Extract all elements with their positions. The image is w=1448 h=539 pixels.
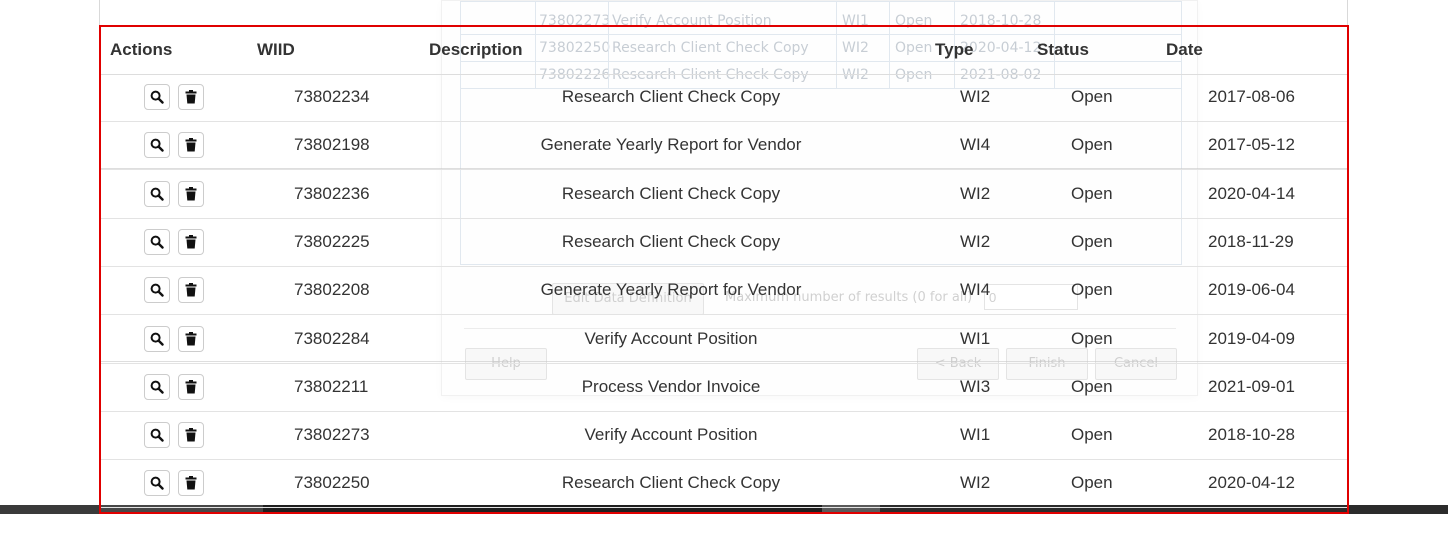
trash-icon xyxy=(185,331,197,346)
cell-date: 2019-04-09 xyxy=(1208,328,1295,348)
cell-description: Research Client Check Copy xyxy=(561,473,781,493)
table-header: Actions WIID Description Type Status Dat… xyxy=(101,27,1347,75)
view-button[interactable] xyxy=(144,277,170,304)
cell-date: 2018-10-28 xyxy=(1208,425,1295,445)
cell-wiid: 73802211 xyxy=(294,376,369,396)
cell-wiid: 73802250 xyxy=(294,473,370,493)
cell-description: Process Vendor Invoice xyxy=(581,376,761,396)
cell-date: 2021-09-01 xyxy=(1208,376,1295,396)
cell-status: Open xyxy=(1071,183,1113,203)
taskbar-segment xyxy=(0,505,100,514)
table-row: 73802284 Verify Account Position WI1 Open 20… xyxy=(101,316,1347,364)
cell-description: Research Client Check Copy xyxy=(561,183,781,203)
trash-icon xyxy=(185,138,197,152)
cell-status: Open xyxy=(1071,87,1113,106)
delete-button[interactable] xyxy=(178,277,204,304)
cell-date: 2017-08-06 xyxy=(1208,87,1295,106)
trash-icon xyxy=(185,283,197,297)
cell-description: Generate Yearly Report for Vendor xyxy=(540,135,802,155)
cell-wiid: 73802236 xyxy=(294,183,370,203)
header-status[interactable]: Status xyxy=(1037,40,1089,60)
cell-status: Open xyxy=(1071,328,1113,348)
view-button[interactable] xyxy=(144,132,170,159)
trash-icon xyxy=(185,186,197,201)
cell-description: Generate Yearly Report for Vendor xyxy=(540,280,802,300)
delete-button[interactable] xyxy=(178,84,204,110)
table-row: 73802198 Generate Yearly Report for Vendo… xyxy=(101,122,1347,171)
cell-date: 2017-05-12 xyxy=(1208,135,1295,155)
cell-wiid: 73802273 xyxy=(294,425,370,445)
trash-icon xyxy=(185,476,197,490)
table-row: 73802250 Research Client Check Copy WI2 Ope… xyxy=(101,460,1347,509)
delete-button[interactable] xyxy=(178,470,204,497)
cell-type: WI4 xyxy=(960,280,991,300)
view-button[interactable] xyxy=(144,228,170,255)
search-icon xyxy=(150,187,164,201)
cell-description: Research Client Check Copy xyxy=(561,231,781,251)
search-icon xyxy=(150,332,164,346)
cell-status: Open xyxy=(1071,425,1113,445)
trash-icon xyxy=(185,90,197,104)
search-icon xyxy=(150,235,164,249)
cell-type: WI2 xyxy=(960,473,991,493)
table-row: 73802208 Generate Yearly Report for Vendo… xyxy=(101,267,1347,316)
cell-wiid: 73802234 xyxy=(294,87,370,106)
cell-description: Verify Account Position xyxy=(584,425,758,445)
table-row: 73802273 Verify Account Position WI1 Open 20… xyxy=(101,412,1347,461)
cell-wiid: 73802208 xyxy=(294,280,370,300)
cell-wiid: 73802198 xyxy=(294,135,370,155)
search-icon xyxy=(150,283,164,297)
cell-date: 2019-06-04 xyxy=(1208,280,1295,300)
header-date[interactable]: Date xyxy=(1166,40,1203,60)
delete-button[interactable] xyxy=(178,180,204,207)
cell-wiid: 73802284 xyxy=(294,328,370,348)
cell-status: Open xyxy=(1071,135,1113,155)
view-button[interactable] xyxy=(144,180,170,207)
cell-status: Open xyxy=(1071,376,1113,396)
delete-button[interactable] xyxy=(178,228,204,255)
delete-button[interactable] xyxy=(178,132,204,159)
table-row: 73802225 Research Client Check Copy WI2 Ope… xyxy=(101,219,1347,267)
cell-date: 2020-04-12 xyxy=(1208,473,1295,493)
search-icon xyxy=(150,380,164,394)
delete-button[interactable] xyxy=(178,422,204,449)
cell-type: WI2 xyxy=(960,231,991,251)
table-row: 73802211 Process Vendor Invoice WI3 Open 202… xyxy=(101,364,1347,412)
cell-date: 2020-04-14 xyxy=(1208,183,1295,203)
trash-icon xyxy=(185,428,197,442)
cell-type: WI1 xyxy=(960,425,991,445)
view-button[interactable] xyxy=(144,422,170,449)
trash-icon xyxy=(185,379,197,394)
view-button[interactable] xyxy=(144,325,170,352)
cell-type: WI4 xyxy=(960,135,991,155)
table-row: 73802234 Research Client Check Copy WI2 Ope… xyxy=(101,74,1347,122)
trash-icon xyxy=(185,234,197,249)
cell-status: Open xyxy=(1071,231,1113,251)
cell-type: WI1 xyxy=(960,328,991,348)
view-button[interactable] xyxy=(144,84,170,110)
delete-button[interactable] xyxy=(178,325,204,352)
view-button[interactable] xyxy=(144,470,170,497)
cell-description: Research Client Check Copy xyxy=(561,87,781,106)
cell-type: WI2 xyxy=(960,183,991,203)
search-icon xyxy=(150,138,164,152)
search-icon xyxy=(150,90,164,104)
header-actions: Actions xyxy=(110,40,173,59)
cell-type: WI2 xyxy=(960,87,991,106)
cell-wiid: 73802225 xyxy=(294,231,370,251)
delete-button[interactable] xyxy=(178,373,204,400)
header-type[interactable]: Type xyxy=(935,40,973,60)
cell-status: Open xyxy=(1071,280,1113,300)
cell-description: Verify Account Position xyxy=(584,328,758,348)
search-icon xyxy=(150,428,164,442)
header-wiid[interactable]: WIID xyxy=(257,40,295,60)
cell-status: Open xyxy=(1071,473,1113,493)
cell-type: WI3 xyxy=(960,376,991,396)
cell-date: 2018-11-29 xyxy=(1208,231,1294,251)
view-button[interactable] xyxy=(144,373,170,400)
work-items-table: Actions WIID Description Type Status Dat… xyxy=(99,25,1349,514)
header-description[interactable]: Description xyxy=(429,40,523,60)
table-row: 73802236 Research Client Check Copy WI2 Ope… xyxy=(101,171,1347,219)
search-icon xyxy=(150,476,164,491)
